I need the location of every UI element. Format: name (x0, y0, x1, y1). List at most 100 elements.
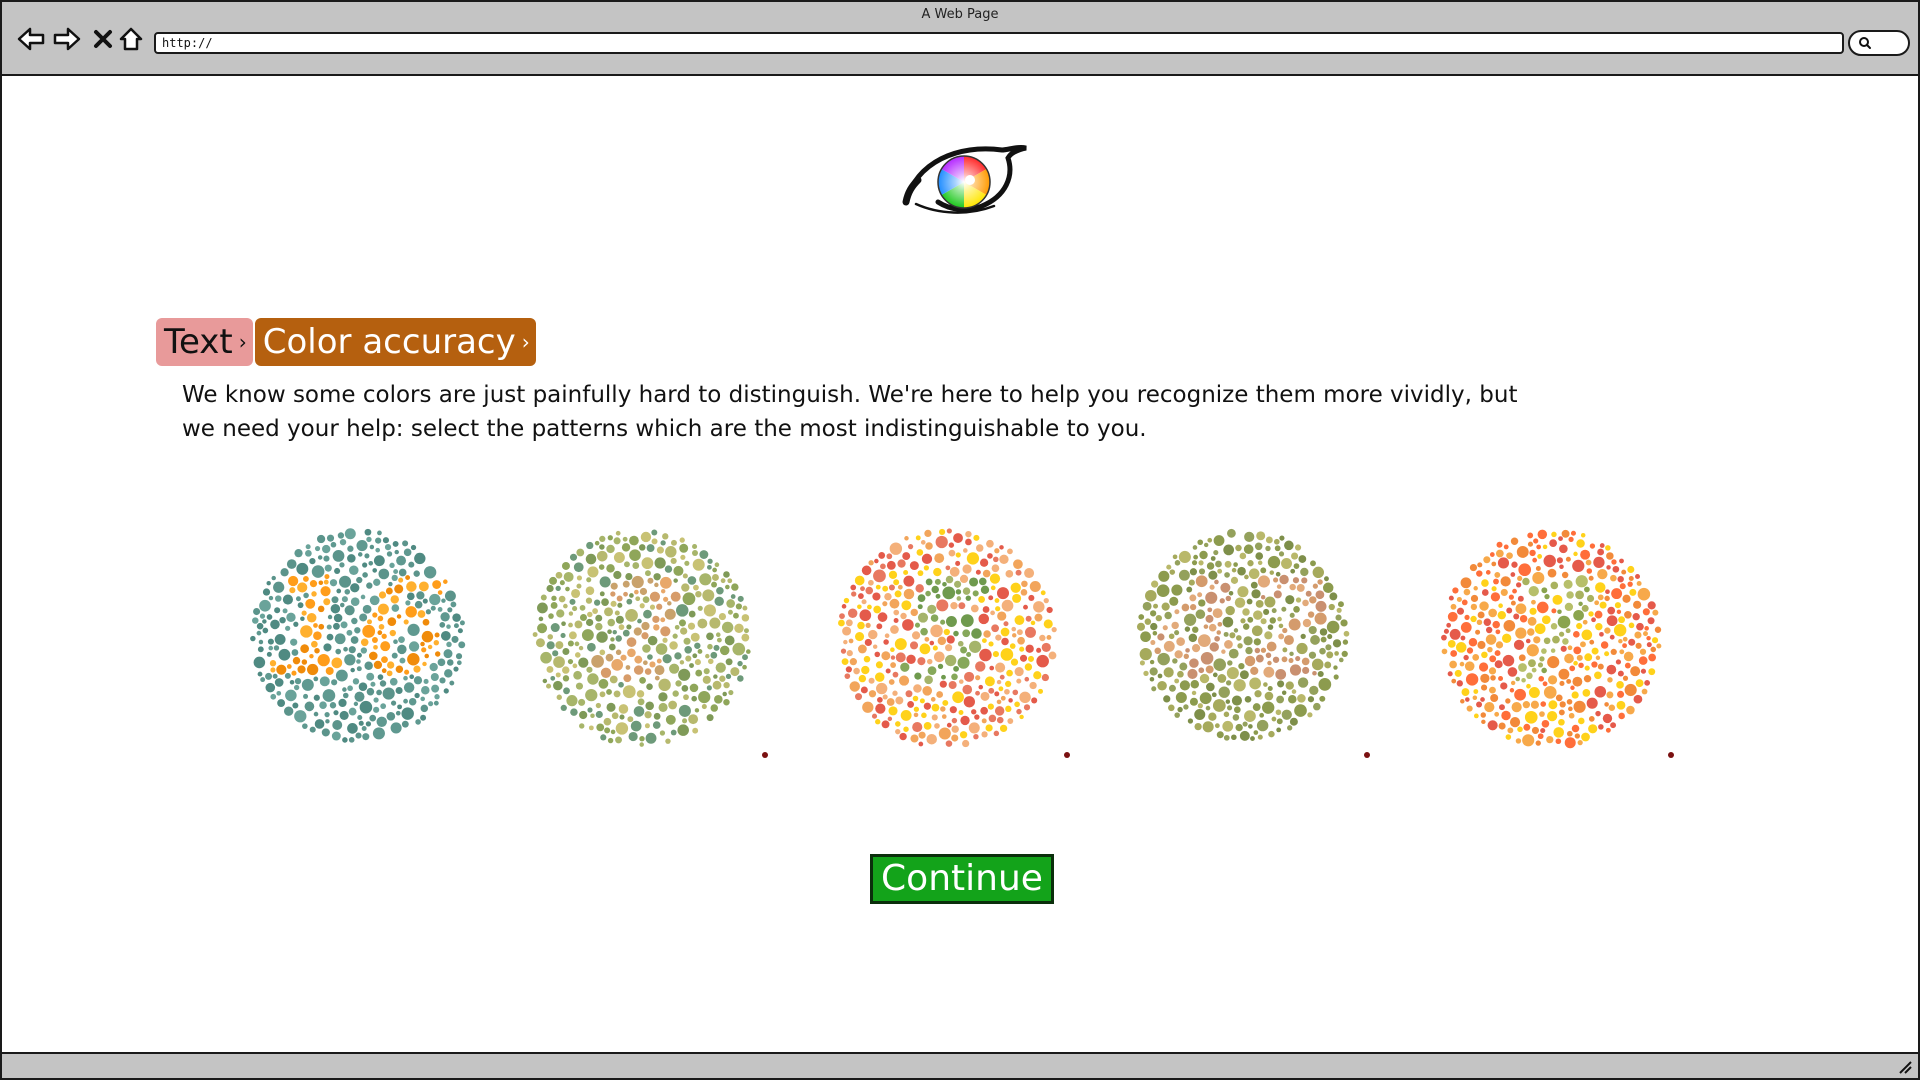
plate-background-dot (1327, 634, 1333, 640)
plate-background-dot (902, 552, 911, 561)
plate-background-dot (897, 559, 906, 568)
plate-background-dot (443, 649, 453, 659)
plate-background-dot (962, 684, 973, 695)
plate-background-dot (376, 689, 382, 696)
plate-background-dot (641, 557, 654, 570)
plate-background-dot (1178, 550, 1191, 563)
plate-background-dot (1487, 646, 1493, 653)
plate-background-dot (1515, 738, 1522, 744)
plate-background-dot (945, 740, 953, 747)
plate-background-dot (275, 595, 282, 602)
plate-background-dot (1574, 733, 1581, 739)
plate-background-dot (388, 581, 393, 587)
continue-button[interactable]: Continue (870, 854, 1054, 904)
plate-background-dot (988, 687, 995, 694)
forward-arrow-icon[interactable] (52, 24, 82, 54)
address-bar[interactable]: http:// (154, 32, 1844, 54)
plate-background-dot (1192, 545, 1198, 550)
plate-background-dot (1253, 638, 1261, 646)
close-x-icon[interactable] (88, 24, 118, 54)
plate-background-dot (368, 561, 374, 566)
plate-background-dot (1527, 616, 1537, 626)
plate-background-dot (1319, 647, 1326, 655)
plate-background-dot (337, 532, 345, 539)
plate-background-dot (1573, 551, 1578, 557)
plate-background-dot (918, 741, 924, 747)
plate-background-dot (892, 671, 899, 678)
plate-background-dot (1607, 677, 1613, 683)
plate-background-dot (939, 528, 946, 536)
plate-number-dot (331, 657, 343, 669)
color-plate-5[interactable] (1438, 526, 1664, 752)
selection-indicator[interactable] (1064, 752, 1070, 758)
plate-background-dot (340, 621, 348, 629)
plate-background-dot (284, 672, 291, 679)
plate-background-dot (735, 603, 742, 610)
plate-background-dot (888, 706, 898, 716)
plate-background-dot (669, 641, 678, 650)
color-plate-4[interactable] (1134, 526, 1352, 744)
plate-background-dot (326, 633, 334, 641)
plate-background-dot (1198, 568, 1206, 575)
plate-background-dot (868, 560, 874, 566)
plate-number-dot (641, 632, 649, 640)
plate-background-dot (1177, 706, 1183, 713)
plate-number-dot (925, 590, 931, 597)
plate-background-dot (366, 687, 375, 696)
plate-background-dot (720, 578, 726, 584)
plate-background-dot (1264, 596, 1276, 608)
plate-background-dot (1278, 623, 1284, 629)
color-plate-3[interactable] (834, 526, 1060, 752)
home-icon[interactable] (116, 24, 146, 54)
plate-background-dot (938, 727, 951, 740)
plate-background-dot (841, 604, 847, 609)
plate-background-dot (1262, 701, 1275, 714)
plate-number-dot (360, 638, 369, 647)
plate-background-dot (1473, 689, 1479, 694)
plate-number-dot (413, 665, 421, 673)
plate-background-dot (1627, 565, 1635, 573)
plate-background-dot (1232, 714, 1240, 721)
search-field[interactable] (1848, 30, 1910, 56)
plate-background-dot (868, 690, 877, 698)
plate-background-dot (1142, 601, 1152, 611)
plate-background-dot (971, 709, 977, 715)
plate-background-dot (1566, 730, 1573, 737)
plate-background-dot (903, 569, 909, 575)
plate-background-dot (1450, 650, 1458, 657)
selection-indicator[interactable] (762, 752, 768, 758)
plate-background-dot (1015, 569, 1022, 576)
plate-background-dot (573, 562, 584, 573)
plate-background-dot (546, 584, 554, 593)
plate-background-dot (1598, 724, 1604, 730)
plate-background-dot (401, 720, 409, 728)
plate-background-dot (395, 710, 401, 716)
plate-background-dot (270, 693, 277, 700)
plate-background-dot (262, 627, 269, 634)
selection-indicator[interactable] (1364, 752, 1370, 758)
plate-background-dot (439, 677, 446, 684)
plate-background-dot (596, 723, 605, 732)
plate-background-dot (359, 613, 368, 622)
plate-background-dot (637, 698, 645, 706)
plate-background-dot (560, 704, 567, 712)
plate-background-dot (857, 644, 867, 654)
plate-background-dot (930, 624, 943, 638)
plate-background-dot (546, 683, 552, 689)
plate-background-dot (1025, 615, 1032, 622)
plate-number-dot (1191, 644, 1201, 653)
selection-indicator[interactable] (1668, 752, 1674, 758)
plate-background-dot (1226, 667, 1239, 680)
plate-background-dot (1276, 727, 1282, 733)
color-plate-2[interactable] (530, 526, 754, 750)
back-arrow-icon[interactable] (16, 24, 46, 54)
resize-grip-icon[interactable] (1896, 1058, 1912, 1074)
plate-background-dot (1250, 581, 1258, 589)
plate-background-dot (1264, 631, 1273, 640)
color-plate-1[interactable] (248, 526, 468, 746)
plate-number-dot (1541, 587, 1548, 594)
plate-background-dot (1169, 596, 1179, 606)
plate-background-dot (725, 584, 730, 590)
plate-number-dot (291, 670, 297, 676)
plate-background-dot (713, 644, 720, 651)
